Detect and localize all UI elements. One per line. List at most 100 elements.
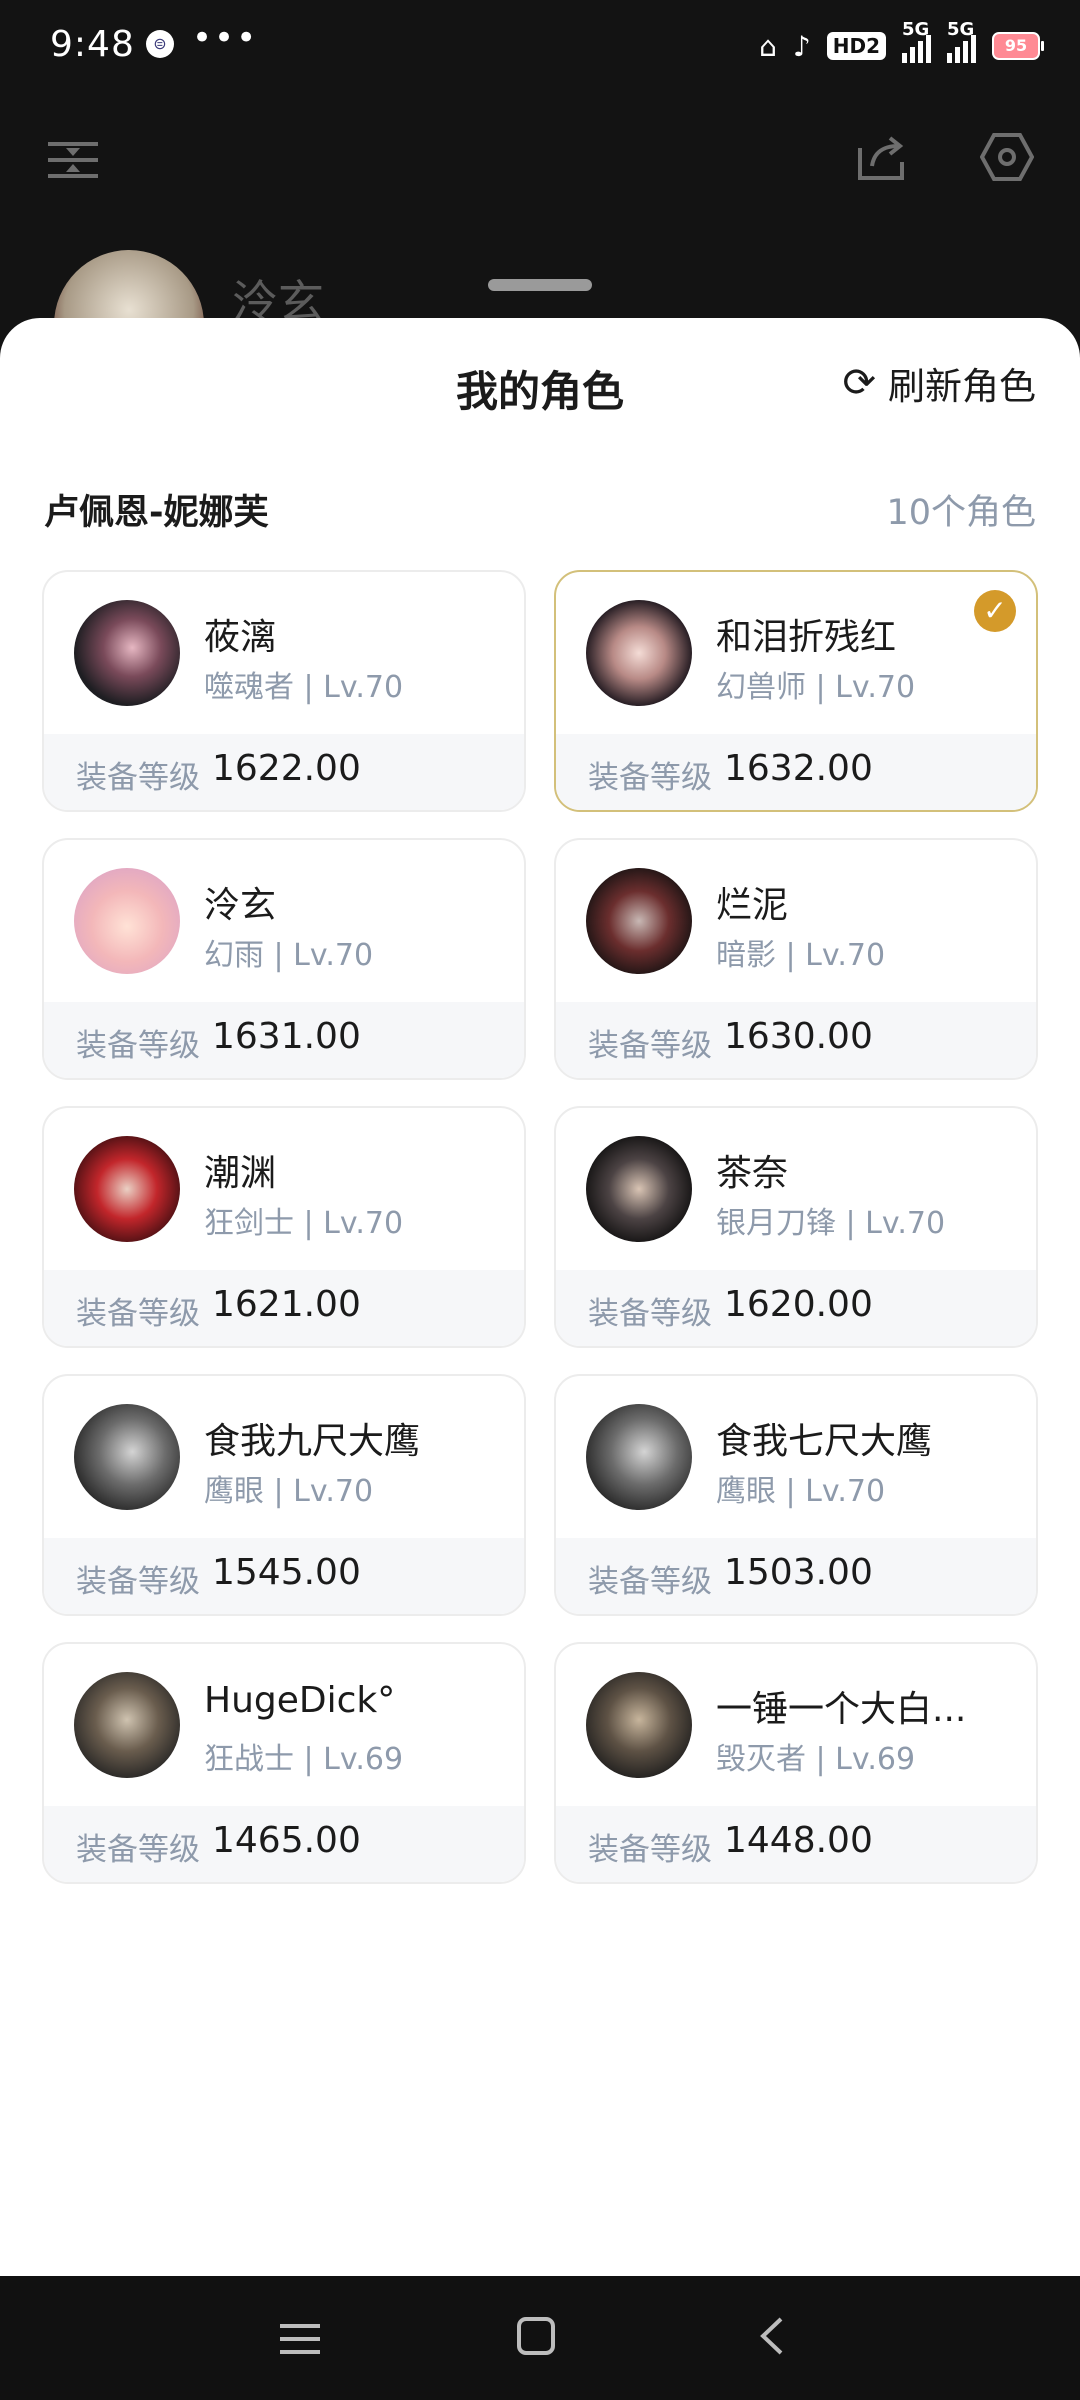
character-avatar bbox=[586, 1404, 692, 1510]
share-icon[interactable] bbox=[846, 130, 916, 200]
more-notifications-icon: ••• bbox=[192, 18, 259, 58]
share-svg bbox=[858, 136, 904, 180]
nav-home-svg bbox=[517, 2317, 555, 2355]
hexagon-settings-svg bbox=[979, 133, 1035, 181]
character-name: 食我九尺大鹰 bbox=[204, 1421, 421, 1462]
gear-footer: 装备等级 1620.00 bbox=[556, 1270, 1036, 1346]
character-name: 食我七尺大鹰 bbox=[716, 1421, 933, 1462]
character-avatar bbox=[586, 868, 692, 974]
character-card[interactable]: 莜漓 噬魂者 | Lv.70 装备等级 1622.00 bbox=[42, 570, 526, 812]
character-class-level: 狂剑士 | Lv.70 bbox=[204, 1206, 404, 1241]
gear-label: 装备等级 bbox=[76, 1564, 200, 1600]
gear-score: 1503.00 bbox=[724, 1552, 873, 1593]
nav-menu-icon[interactable] bbox=[260, 2304, 340, 2374]
nav-home-icon[interactable] bbox=[496, 2304, 576, 2374]
status-bar: 9:48 ⊜ ••• ⌂ ♪ HD2 5G 5G 95 bbox=[0, 0, 1080, 92]
gear-label: 装备等级 bbox=[76, 760, 200, 796]
character-grid: 莜漓 噬魂者 | Lv.70 装备等级 1622.00 和泪折残红 幻兽师 | … bbox=[42, 570, 1038, 1884]
character-card[interactable]: 茶奈 银月刀锋 | Lv.70 装备等级 1620.00 bbox=[554, 1106, 1038, 1348]
gear-score: 1622.00 bbox=[212, 748, 361, 789]
battery-icon: 95 bbox=[992, 32, 1044, 60]
character-card-selected[interactable]: 和泪折残红 幻兽师 | Lv.70 ✓ 装备等级 1632.00 bbox=[554, 570, 1038, 812]
character-avatar bbox=[74, 1672, 180, 1778]
character-card[interactable]: 烂泥 暗影 | Lv.70 装备等级 1630.00 bbox=[554, 838, 1038, 1080]
gear-label: 装备等级 bbox=[76, 1028, 200, 1064]
character-card[interactable]: 泠玄 幻雨 | Lv.70 装备等级 1631.00 bbox=[42, 838, 526, 1080]
filter-menu-svg bbox=[48, 142, 98, 178]
top-bar bbox=[0, 110, 1080, 220]
gear-footer: 装备等级 1448.00 bbox=[556, 1806, 1036, 1882]
gear-score: 1621.00 bbox=[212, 1284, 361, 1325]
character-card[interactable]: HugeDick° 狂战士 | Lv.69 装备等级 1465.00 bbox=[42, 1642, 526, 1884]
signal-strength-icon-2: 5G bbox=[947, 19, 976, 63]
character-name: 烂泥 bbox=[716, 885, 789, 926]
gear-score: 1631.00 bbox=[212, 1016, 361, 1057]
character-class-level: 银月刀锋 | Lv.70 bbox=[716, 1206, 946, 1241]
check-icon: ✓ bbox=[974, 590, 1016, 632]
character-name: 一锤一个大白... bbox=[716, 1689, 967, 1730]
tv-icon: ⌂ bbox=[759, 29, 777, 63]
app-notification-icon: ⊜ bbox=[146, 30, 174, 58]
character-avatar bbox=[586, 600, 692, 706]
hexagon-settings-icon[interactable] bbox=[972, 130, 1042, 200]
character-class-level: 暗影 | Lv.70 bbox=[716, 938, 886, 973]
character-class-level: 狂战士 | Lv.69 bbox=[204, 1742, 404, 1777]
gear-footer: 装备等级 1621.00 bbox=[44, 1270, 524, 1346]
nav-back-icon[interactable] bbox=[732, 2304, 812, 2374]
gear-footer: 装备等级 1622.00 bbox=[44, 734, 524, 810]
character-card[interactable]: 一锤一个大白... 毁灭者 | Lv.69 装备等级 1448.00 bbox=[554, 1642, 1038, 1884]
role-count: 10个角色 bbox=[886, 493, 1036, 533]
gear-footer: 装备等级 1632.00 bbox=[556, 734, 1036, 810]
status-icons: ⌂ ♪ HD2 5G 5G 95 bbox=[759, 19, 1044, 66]
character-avatar bbox=[74, 868, 180, 974]
character-avatar bbox=[586, 1136, 692, 1242]
gear-footer: 装备等级 1631.00 bbox=[44, 1002, 524, 1078]
gear-footer: 装备等级 1503.00 bbox=[556, 1538, 1036, 1614]
gear-score: 1632.00 bbox=[724, 748, 873, 789]
character-card[interactable]: 食我九尺大鹰 鹰眼 | Lv.70 装备等级 1545.00 bbox=[42, 1374, 526, 1616]
refresh-icon: ⟳ bbox=[842, 360, 876, 406]
filter-menu-icon[interactable] bbox=[38, 130, 108, 200]
alarm-icon: ♪ bbox=[792, 29, 811, 63]
character-name: 潮渊 bbox=[204, 1153, 277, 1194]
character-name: 莜漓 bbox=[204, 617, 277, 658]
my-characters-sheet: 我的角色 ⟳ 刷新角色 卢佩恩-妮娜芙 10个角色 莜漓 噬魂者 | Lv.70… bbox=[0, 318, 1080, 2276]
nav-back-svg bbox=[760, 2317, 783, 2355]
character-class-level: 鹰眼 | Lv.70 bbox=[204, 1474, 374, 1509]
system-nav-bar bbox=[0, 2276, 1080, 2400]
character-class-level: 幻雨 | Lv.70 bbox=[204, 938, 374, 973]
signal-strength-icon-1: 5G bbox=[902, 19, 931, 63]
hd-voice-badge: HD2 bbox=[826, 32, 886, 60]
gear-score: 1448.00 bbox=[724, 1820, 873, 1861]
gear-footer: 装备等级 1630.00 bbox=[556, 1002, 1036, 1078]
gear-label: 装备等级 bbox=[76, 1832, 200, 1868]
character-card[interactable]: 潮渊 狂剑士 | Lv.70 装备等级 1621.00 bbox=[42, 1106, 526, 1348]
character-avatar bbox=[74, 1404, 180, 1510]
character-avatar bbox=[586, 1672, 692, 1778]
character-class-level: 幻兽师 | Lv.70 bbox=[716, 670, 916, 705]
refresh-characters-button[interactable]: ⟳ 刷新角色 bbox=[842, 356, 1036, 410]
nav-menu-svg bbox=[280, 2324, 320, 2354]
gear-score: 1545.00 bbox=[212, 1552, 361, 1593]
character-name: HugeDick° bbox=[204, 1680, 396, 1721]
server-name: 卢佩恩-妮娜芙 bbox=[44, 493, 269, 533]
character-class-level: 鹰眼 | Lv.70 bbox=[716, 1474, 886, 1509]
signal-2-label: 5G bbox=[947, 19, 975, 40]
character-class-level: 噬魂者 | Lv.70 bbox=[204, 670, 404, 705]
refresh-label: 刷新角色 bbox=[888, 365, 1036, 408]
character-card[interactable]: 食我七尺大鹰 鹰眼 | Lv.70 装备等级 1503.00 bbox=[554, 1374, 1038, 1616]
character-avatar bbox=[74, 600, 180, 706]
signal-1-label: 5G bbox=[902, 19, 930, 40]
gear-score: 1620.00 bbox=[724, 1284, 873, 1325]
gear-footer: 装备等级 1465.00 bbox=[44, 1806, 524, 1882]
gear-score: 1630.00 bbox=[724, 1016, 873, 1057]
gear-label: 装备等级 bbox=[588, 1296, 712, 1332]
character-name: 茶奈 bbox=[716, 1153, 789, 1194]
character-name: 和泪折残红 bbox=[716, 617, 897, 658]
character-avatar bbox=[74, 1136, 180, 1242]
gear-label: 装备等级 bbox=[588, 760, 712, 796]
gear-label: 装备等级 bbox=[76, 1296, 200, 1332]
sheet-drag-handle[interactable] bbox=[488, 279, 592, 291]
character-name: 泠玄 bbox=[204, 885, 277, 926]
character-class-level: 毁灭者 | Lv.69 bbox=[716, 1742, 916, 1777]
